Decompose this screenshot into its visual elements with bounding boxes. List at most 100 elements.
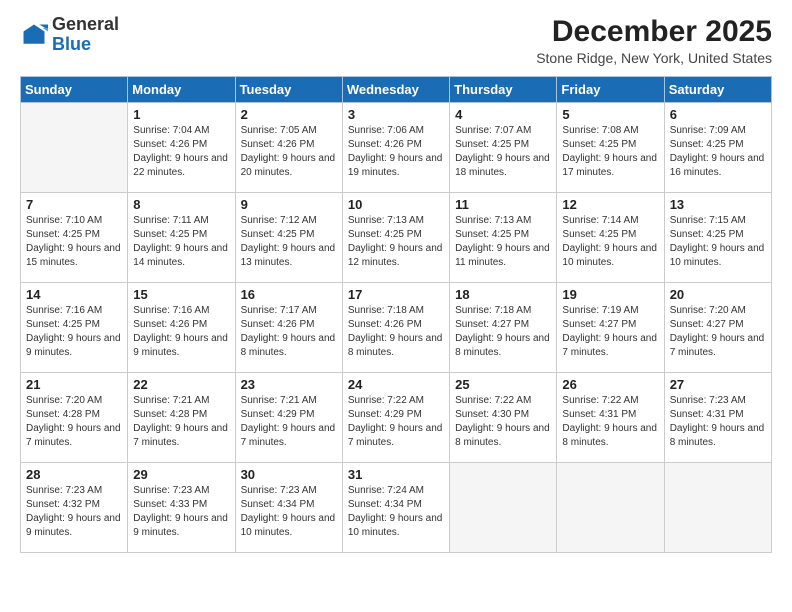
day-cell: 14Sunrise: 7:16 AMSunset: 4:25 PMDayligh… — [21, 283, 128, 373]
day-number: 20 — [670, 287, 766, 302]
day-number: 12 — [562, 197, 658, 212]
subtitle: Stone Ridge, New York, United States — [536, 50, 772, 66]
day-cell: 20 Sunrise: 7:20 AMSunset: 4:27 PMDayligh… — [664, 283, 771, 373]
day-cell: 28 Sunrise: 7:23 AMSunset: 4:32 PMDayligh… — [21, 463, 128, 553]
day-number: 2 — [241, 107, 337, 122]
main-title: December 2025 — [536, 15, 772, 48]
day-cell: 7Sunrise: 7:10 AMSunset: 4:25 PMDaylight… — [21, 193, 128, 283]
day-info: Sunrise: 7:12 AMSunset: 4:25 PMDaylight:… — [241, 214, 337, 270]
header-row: SundayMondayTuesdayWednesdayThursdayFrid… — [21, 77, 772, 103]
day-info: Sunrise: 7:23 AMSunset: 4:31 PMDaylight:… — [670, 394, 766, 450]
day-cell: 5Sunrise: 7:08 AMSunset: 4:25 PMDaylight… — [557, 103, 664, 193]
logo-icon — [20, 21, 48, 49]
day-info: Sunrise: 7:24 AMSunset: 4:34 PMDaylight:… — [348, 484, 444, 540]
day-number: 8 — [133, 197, 229, 212]
day-cell — [450, 463, 557, 553]
day-info: Sunrise: 7:23 AMSunset: 4:32 PMDaylight:… — [26, 484, 122, 540]
day-cell: 11Sunrise: 7:13 AMSunset: 4:25 PMDayligh… — [450, 193, 557, 283]
day-cell: 4Sunrise: 7:07 AMSunset: 4:25 PMDaylight… — [450, 103, 557, 193]
day-cell: 26 Sunrise: 7:22 AMSunset: 4:31 PMDayligh… — [557, 373, 664, 463]
calendar-header: SundayMondayTuesdayWednesdayThursdayFrid… — [21, 77, 772, 103]
day-cell: 1 Sunrise: 7:04 AMSunset: 4:26 PMDaylight… — [128, 103, 235, 193]
day-info: Sunrise: 7:15 AMSunset: 4:25 PMDaylight:… — [670, 214, 766, 270]
day-number: 17 — [348, 287, 444, 302]
title-block: December 2025 Stone Ridge, New York, Uni… — [536, 15, 772, 66]
header-day-friday: Friday — [557, 77, 664, 103]
day-info: Sunrise: 7:23 AMSunset: 4:34 PMDaylight:… — [241, 484, 337, 540]
day-info: Sunrise: 7:16 AMSunset: 4:25 PMDaylight:… — [26, 304, 122, 360]
day-info: Sunrise: 7:22 AMSunset: 4:30 PMDaylight:… — [455, 394, 551, 450]
week-row-3: 21Sunrise: 7:20 AMSunset: 4:28 PMDayligh… — [21, 373, 772, 463]
day-info: Sunrise: 7:19 AMSunset: 4:27 PMDaylight:… — [562, 304, 658, 360]
day-info: Sunrise: 7:04 AMSunset: 4:26 PMDaylight:… — [133, 124, 229, 180]
logo-text: General Blue — [52, 15, 119, 55]
day-cell: 29 Sunrise: 7:23 AMSunset: 4:33 PMDayligh… — [128, 463, 235, 553]
day-cell: 22Sunrise: 7:21 AMSunset: 4:28 PMDayligh… — [128, 373, 235, 463]
day-number: 15 — [133, 287, 229, 302]
day-cell: 31Sunrise: 7:24 AMSunset: 4:34 PMDayligh… — [342, 463, 449, 553]
day-cell: 12 Sunrise: 7:14 AMSunset: 4:25 PMDayligh… — [557, 193, 664, 283]
header-day-wednesday: Wednesday — [342, 77, 449, 103]
day-info: Sunrise: 7:18 AMSunset: 4:26 PMDaylight:… — [348, 304, 444, 360]
day-cell: 15 Sunrise: 7:16 AMSunset: 4:26 PMDayligh… — [128, 283, 235, 373]
day-cell: 16Sunrise: 7:17 AMSunset: 4:26 PMDayligh… — [235, 283, 342, 373]
day-number: 6 — [670, 107, 766, 122]
day-cell: 24 Sunrise: 7:22 AMSunset: 4:29 PMDayligh… — [342, 373, 449, 463]
day-info: Sunrise: 7:11 AMSunset: 4:25 PMDaylight:… — [133, 214, 229, 270]
day-cell: 10Sunrise: 7:13 AMSunset: 4:25 PMDayligh… — [342, 193, 449, 283]
day-info: Sunrise: 7:17 AMSunset: 4:26 PMDaylight:… — [241, 304, 337, 360]
day-number: 1 — [133, 107, 229, 122]
day-number: 10 — [348, 197, 444, 212]
day-info: Sunrise: 7:18 AMSunset: 4:27 PMDaylight:… — [455, 304, 551, 360]
day-number: 24 — [348, 377, 444, 392]
day-info: Sunrise: 7:13 AMSunset: 4:25 PMDaylight:… — [455, 214, 551, 270]
logo-blue: Blue — [52, 35, 119, 55]
day-cell: 27 Sunrise: 7:23 AMSunset: 4:31 PMDayligh… — [664, 373, 771, 463]
day-cell: 18 Sunrise: 7:18 AMSunset: 4:27 PMDayligh… — [450, 283, 557, 373]
day-number: 27 — [670, 377, 766, 392]
day-cell: 25Sunrise: 7:22 AMSunset: 4:30 PMDayligh… — [450, 373, 557, 463]
day-info: Sunrise: 7:21 AMSunset: 4:28 PMDaylight:… — [133, 394, 229, 450]
day-info: Sunrise: 7:22 AMSunset: 4:31 PMDaylight:… — [562, 394, 658, 450]
day-info: Sunrise: 7:22 AMSunset: 4:29 PMDaylight:… — [348, 394, 444, 450]
day-cell: 17 Sunrise: 7:18 AMSunset: 4:26 PMDayligh… — [342, 283, 449, 373]
day-info: Sunrise: 7:20 AMSunset: 4:27 PMDaylight:… — [670, 304, 766, 360]
day-number: 13 — [670, 197, 766, 212]
day-cell — [557, 463, 664, 553]
day-number: 28 — [26, 467, 122, 482]
calendar-body: 1 Sunrise: 7:04 AMSunset: 4:26 PMDaylight… — [21, 103, 772, 553]
week-row-1: 7Sunrise: 7:10 AMSunset: 4:25 PMDaylight… — [21, 193, 772, 283]
header-day-monday: Monday — [128, 77, 235, 103]
header-day-thursday: Thursday — [450, 77, 557, 103]
week-row-4: 28 Sunrise: 7:23 AMSunset: 4:32 PMDayligh… — [21, 463, 772, 553]
day-cell — [664, 463, 771, 553]
logo-general: General — [52, 15, 119, 35]
day-cell: 21Sunrise: 7:20 AMSunset: 4:28 PMDayligh… — [21, 373, 128, 463]
day-number: 7 — [26, 197, 122, 212]
day-number: 9 — [241, 197, 337, 212]
day-info: Sunrise: 7:06 AMSunset: 4:26 PMDaylight:… — [348, 124, 444, 180]
day-number: 3 — [348, 107, 444, 122]
calendar: SundayMondayTuesdayWednesdayThursdayFrid… — [20, 76, 772, 553]
day-cell: 2 Sunrise: 7:05 AMSunset: 4:26 PMDaylight… — [235, 103, 342, 193]
header-day-saturday: Saturday — [664, 77, 771, 103]
header-day-sunday: Sunday — [21, 77, 128, 103]
day-number: 18 — [455, 287, 551, 302]
header: General Blue December 2025 Stone Ridge, … — [20, 15, 772, 66]
day-cell: 19Sunrise: 7:19 AMSunset: 4:27 PMDayligh… — [557, 283, 664, 373]
day-number: 23 — [241, 377, 337, 392]
day-number: 26 — [562, 377, 658, 392]
day-info: Sunrise: 7:05 AMSunset: 4:26 PMDaylight:… — [241, 124, 337, 180]
day-number: 4 — [455, 107, 551, 122]
day-info: Sunrise: 7:16 AMSunset: 4:26 PMDaylight:… — [133, 304, 229, 360]
day-number: 29 — [133, 467, 229, 482]
day-info: Sunrise: 7:14 AMSunset: 4:25 PMDaylight:… — [562, 214, 658, 270]
day-info: Sunrise: 7:23 AMSunset: 4:33 PMDaylight:… — [133, 484, 229, 540]
day-cell: 8 Sunrise: 7:11 AMSunset: 4:25 PMDaylight… — [128, 193, 235, 283]
day-cell: 6Sunrise: 7:09 AMSunset: 4:25 PMDaylight… — [664, 103, 771, 193]
day-number: 5 — [562, 107, 658, 122]
day-info: Sunrise: 7:21 AMSunset: 4:29 PMDaylight:… — [241, 394, 337, 450]
day-cell: 9 Sunrise: 7:12 AMSunset: 4:25 PMDaylight… — [235, 193, 342, 283]
day-cell: 30 Sunrise: 7:23 AMSunset: 4:34 PMDayligh… — [235, 463, 342, 553]
day-number: 30 — [241, 467, 337, 482]
